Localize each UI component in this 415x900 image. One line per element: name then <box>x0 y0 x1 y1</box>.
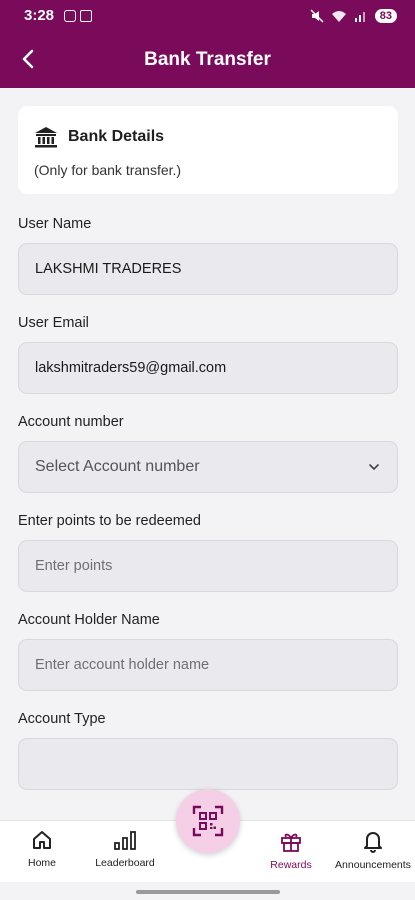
qr-scan-icon <box>192 805 224 837</box>
bank-details-title: Bank Details <box>68 128 165 145</box>
teams-icon <box>80 9 93 22</box>
nav-rewards[interactable]: Rewards <box>246 829 336 871</box>
leaderboard-icon <box>114 831 136 850</box>
nav-leaderboard-label: Leaderboard <box>95 857 155 869</box>
user-name-field[interactable]: LAKSHMI TRADERES <box>18 243 398 295</box>
mute-icon <box>310 8 324 23</box>
holder-name-label: Account Holder Name <box>18 612 160 628</box>
home-indicator[interactable] <box>136 890 280 894</box>
screenshot-icon <box>64 9 77 22</box>
bank-transfer-form: Bank Details (Only for bank transfer.) U… <box>0 88 415 820</box>
nav-home-label: Home <box>27 857 56 869</box>
app-header: Bank Transfer <box>0 31 415 88</box>
gesture-area <box>0 882 415 900</box>
nav-announcements-label: Announcements <box>335 859 411 871</box>
nav-rewards-label: Rewards <box>270 859 312 871</box>
signal-icon <box>354 11 365 22</box>
account-number-select[interactable]: Select Account number <box>18 441 398 493</box>
account-type-label: Account Type <box>18 711 106 727</box>
account-type-field[interactable] <box>18 738 398 790</box>
nav-home[interactable]: Home <box>0 829 87 869</box>
account-number-selected: Select Account number <box>35 458 200 475</box>
holder-name-input[interactable]: Enter account holder name <box>18 639 398 691</box>
back-arrow-icon <box>22 49 34 69</box>
bank-icon <box>35 127 57 148</box>
account-number-label: Account number <box>18 414 124 430</box>
wifi-icon <box>331 10 346 22</box>
points-label: Enter points to be redeemed <box>18 513 201 529</box>
bank-details-card: Bank Details (Only for bank transfer.) <box>18 106 398 194</box>
bank-details-subtitle: (Only for bank transfer.) <box>34 162 182 178</box>
bell-icon <box>364 832 382 853</box>
status-time: 3:28 <box>24 7 55 24</box>
page-title: Bank Transfer <box>144 48 271 70</box>
status-bar: 3:28 83 <box>0 0 415 31</box>
nav-announcements[interactable]: Announcements <box>328 829 415 871</box>
scan-qr-button[interactable] <box>176 789 240 853</box>
chevron-down-icon <box>369 464 379 471</box>
nav-leaderboard[interactable]: Leaderboard <box>80 829 170 869</box>
home-icon <box>33 831 51 849</box>
user-email-field[interactable]: lakshmitraders59@gmail.com <box>18 342 398 394</box>
user-email-label: User Email <box>18 315 89 331</box>
gift-icon <box>281 833 301 852</box>
battery-indicator: 83 <box>374 8 397 23</box>
points-input[interactable]: Enter points <box>18 540 398 592</box>
user-name-label: User Name <box>18 216 92 232</box>
back-button[interactable] <box>14 45 42 73</box>
